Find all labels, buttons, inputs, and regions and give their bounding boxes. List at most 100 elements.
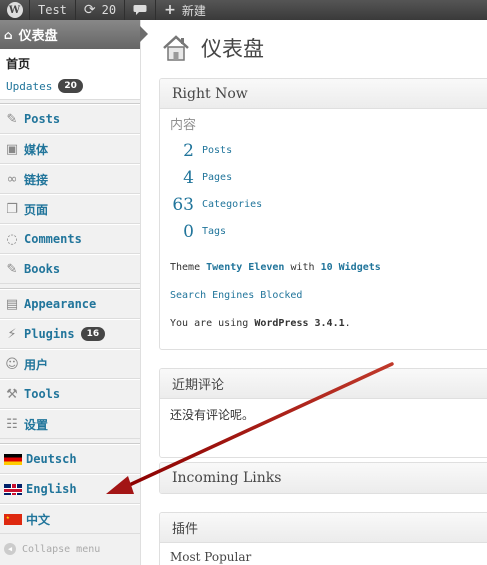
- plugins-header[interactable]: 插件: [160, 513, 487, 543]
- media-icon: ▣: [5, 141, 19, 157]
- stat-number: 2: [183, 140, 194, 161]
- site-name-button[interactable]: Test: [30, 0, 76, 20]
- version-line: You are using WordPress 3.4.1.: [170, 309, 487, 337]
- theme-with: with: [290, 261, 315, 273]
- users-icon: ☺: [5, 356, 19, 372]
- incoming-links-header[interactable]: Incoming Links: [160, 463, 487, 493]
- menu-books[interactable]: ✎ Books: [0, 254, 140, 284]
- menu-books-label: Books: [24, 262, 61, 276]
- menu-media[interactable]: ▣ 媒体: [0, 134, 140, 164]
- page-title: 仪表盘: [201, 36, 264, 61]
- search-engines-line: Search Engines Blocked: [170, 281, 487, 309]
- new-label: 新建: [181, 3, 206, 18]
- wp-logo-button[interactable]: W: [0, 0, 30, 20]
- menu-users[interactable]: ☺ 用户: [0, 349, 140, 379]
- comment-icon: [133, 5, 147, 15]
- plugins-badge: 16: [80, 327, 106, 341]
- comments-button[interactable]: [125, 0, 157, 20]
- dashboard-house-icon: [163, 34, 189, 61]
- dashboard-submenu: 首页 Updates 20: [0, 49, 140, 100]
- menu-tools-label: Tools: [24, 387, 61, 401]
- menu-tools[interactable]: ⚒ Tools: [0, 379, 140, 409]
- plugin-icon: ⚡: [7, 326, 17, 342]
- recent-comments-header[interactable]: 近期评论: [160, 369, 487, 399]
- menu-plugins-label: Plugins: [24, 327, 75, 341]
- flag-uk-icon: [4, 483, 22, 495]
- comment-icon: ◌: [6, 231, 18, 247]
- menu-users-label: 用户: [24, 357, 49, 372]
- stat-number: 4: [183, 167, 194, 188]
- theme-name-link[interactable]: Twenty Eleven: [206, 262, 284, 273]
- menu-links[interactable]: ∞ 链接: [0, 164, 140, 194]
- site-name: Test: [38, 3, 67, 17]
- submenu-updates-label: Updates: [6, 79, 53, 93]
- new-content-button[interactable]: + 新建: [156, 0, 214, 20]
- collapse-menu-button[interactable]: ◀ Collapse menu: [0, 534, 140, 564]
- menu-lang-english-label: English: [26, 482, 77, 496]
- recent-comments-widget: 近期评论 还没有评论呢。: [159, 368, 487, 458]
- flag-de-icon: [4, 453, 22, 465]
- version-prefix: You are using: [170, 317, 249, 329]
- submenu-updates[interactable]: Updates 20: [6, 77, 140, 95]
- menu-plugins[interactable]: ⚡ Plugins 16: [0, 319, 140, 349]
- link-icon: ∞: [6, 171, 18, 187]
- stat-number: 63: [172, 194, 194, 215]
- pin-icon: ✎: [6, 261, 18, 277]
- updates-count: 20: [101, 3, 117, 17]
- collapse-menu-label: Collapse menu: [22, 543, 101, 555]
- theme-prefix: Theme: [170, 261, 201, 273]
- menu-links-label: 链接: [24, 172, 49, 187]
- updates-button[interactable]: ⟳ 20: [76, 0, 126, 20]
- menu-posts[interactable]: ✎ Posts: [0, 104, 140, 134]
- flag-cn-icon: ★: [4, 513, 22, 525]
- updates-badge: 20: [58, 79, 83, 93]
- menu-comments[interactable]: ◌ Comments: [0, 224, 140, 254]
- menu-lang-english[interactable]: English: [0, 474, 140, 504]
- wp-logo-icon: W: [6, 2, 23, 18]
- menu-dashboard-label: 仪表盘: [18, 29, 58, 44]
- right-now-subtitle: 内容: [170, 117, 197, 133]
- menu-settings[interactable]: ☷ 设置: [0, 409, 140, 439]
- stat-row[interactable]: 4 Pages: [170, 164, 487, 191]
- menu-dashboard[interactable]: ⌂ 仪表盘: [0, 20, 148, 49]
- menu-lang-chinese-label: 中文: [26, 512, 51, 527]
- menu-appearance-label: Appearance: [24, 297, 97, 311]
- collapse-arrow-icon: ◀: [4, 543, 16, 555]
- search-engines-blocked-link[interactable]: Search Engines Blocked: [170, 290, 302, 301]
- plugins-widget: 插件 Most Popular: [159, 512, 487, 565]
- submenu-home[interactable]: 首页: [6, 55, 140, 73]
- pin-icon: ✎: [6, 111, 18, 127]
- menu-lang-chinese[interactable]: ★ 中文: [0, 504, 140, 534]
- version-suffix: .: [344, 317, 351, 329]
- page-header: 仪表盘: [141, 20, 487, 75]
- plus-icon: +: [164, 2, 176, 18]
- menu-pages[interactable]: ❐ 页面: [0, 194, 140, 224]
- right-now-widget: Right Now 内容 2 Posts 4 Pages 63 Categori…: [159, 78, 487, 350]
- menu-lang-deutsch[interactable]: Deutsch: [0, 444, 140, 474]
- stat-row[interactable]: 2 Posts: [170, 137, 487, 164]
- main-content: 仪表盘 Right Now 内容 2 Posts 4 Pages 63 Cate…: [141, 20, 487, 565]
- version-name: WordPress 3.4.1: [254, 317, 345, 329]
- stat-label: Tags: [202, 226, 227, 237]
- menu-posts-label: Posts: [24, 112, 61, 126]
- refresh-icon: ⟳: [83, 2, 96, 18]
- home-icon: ⌂: [4, 27, 13, 42]
- page-icon: ❐: [6, 201, 18, 217]
- menu-appearance[interactable]: ▤ Appearance: [0, 289, 140, 319]
- appearance-icon: ▤: [5, 296, 19, 312]
- plugins-subtitle: Most Popular: [170, 550, 252, 564]
- stat-label: Pages: [202, 172, 233, 183]
- right-now-header[interactable]: Right Now: [160, 79, 487, 109]
- stat-label: Posts: [202, 145, 233, 156]
- stat-row[interactable]: 0 Tags: [170, 218, 487, 245]
- menu-settings-label: 设置: [24, 417, 49, 432]
- theme-line: Theme Twenty Eleven with 10 Widgets: [170, 253, 487, 281]
- admin-bar: W Test ⟳ 20 + 新建: [0, 0, 487, 20]
- stat-row[interactable]: 63 Categories: [170, 191, 487, 218]
- menu-pages-label: 页面: [24, 202, 49, 217]
- no-comments-text: 还没有评论呢。: [170, 407, 255, 422]
- tools-icon: ⚒: [6, 386, 18, 402]
- settings-icon: ☷: [6, 416, 18, 432]
- widgets-link[interactable]: 10 Widgets: [321, 262, 381, 273]
- menu-comments-label: Comments: [24, 232, 82, 246]
